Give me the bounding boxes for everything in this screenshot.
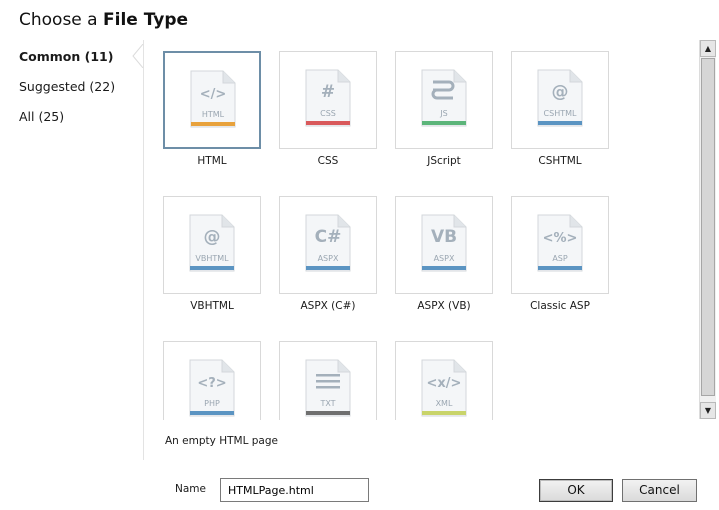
file-icon: JS bbox=[421, 69, 467, 127]
file-type-tile-aspx-c[interactable]: C# ASPX bbox=[279, 196, 377, 294]
file-type-tile-classic-asp[interactable]: <%> ASP bbox=[511, 196, 609, 294]
svg-text:C#: C# bbox=[315, 227, 342, 247]
file-type-tile-vbhtml[interactable]: @ VBHTML bbox=[163, 196, 261, 294]
name-input[interactable] bbox=[220, 478, 369, 502]
svg-text:#: # bbox=[321, 82, 335, 102]
scroll-down-button[interactable]: ▼ bbox=[700, 402, 716, 419]
svg-text:VBHTML: VBHTML bbox=[195, 254, 229, 263]
file-type-tile-php[interactable]: <?> PHP bbox=[163, 341, 261, 420]
cancel-button[interactable]: Cancel bbox=[622, 479, 697, 502]
file-type-tile-aspx-vb[interactable]: VB ASPX bbox=[395, 196, 493, 294]
vertical-scrollbar[interactable]: ▲ ▼ bbox=[699, 40, 716, 419]
svg-text:JS: JS bbox=[439, 109, 447, 118]
file-type-grid: </> HTML HTML # CSS CSS JS JScript @ CSHTML CSHTML… bbox=[150, 40, 698, 420]
svg-text:<?>: <?> bbox=[197, 376, 226, 391]
svg-text:PHP: PHP bbox=[204, 399, 220, 408]
svg-text:@: @ bbox=[552, 82, 569, 102]
file-type-label: JScript bbox=[427, 155, 461, 167]
file-icon: VB ASPX bbox=[421, 214, 467, 272]
file-type-tile-html[interactable]: </> HTML bbox=[163, 51, 261, 149]
svg-text:HTML: HTML bbox=[202, 110, 225, 119]
svg-text:ASP: ASP bbox=[552, 254, 568, 263]
file-icon: @ CSHTML bbox=[537, 69, 583, 127]
scroll-up-button[interactable]: ▲ bbox=[700, 40, 716, 57]
category-all[interactable]: All (25) bbox=[19, 109, 64, 124]
file-icon: @ VBHTML bbox=[189, 214, 235, 272]
svg-text:</>: </> bbox=[200, 87, 227, 102]
svg-text:<x/>: <x/> bbox=[427, 376, 462, 391]
file-type-label: VBHTML bbox=[190, 300, 234, 312]
svg-text:ASPX: ASPX bbox=[434, 254, 455, 263]
file-type-label: ASPX (VB) bbox=[417, 300, 471, 312]
file-type-tile-xml[interactable]: <x/> XML bbox=[395, 341, 493, 420]
svg-text:CSS: CSS bbox=[320, 109, 336, 118]
file-type-label: ASPX (C#) bbox=[300, 300, 356, 312]
file-icon: <?> PHP bbox=[189, 359, 235, 417]
dialog-title: Choose a File Type bbox=[19, 10, 189, 30]
svg-text:XML: XML bbox=[436, 399, 453, 408]
file-icon: </> HTML bbox=[190, 70, 236, 128]
svg-text:ASPX: ASPX bbox=[318, 254, 339, 263]
file-type-label: HTML bbox=[197, 155, 227, 167]
file-type-tile-cshtml[interactable]: @ CSHTML bbox=[511, 51, 609, 149]
category-suggested[interactable]: Suggested (22) bbox=[19, 79, 115, 94]
file-icon: TXT bbox=[305, 359, 351, 417]
file-icon: # CSS bbox=[305, 69, 351, 127]
dialog-title-bold: File Type bbox=[103, 10, 189, 30]
svg-text:<%>: <%> bbox=[543, 231, 578, 246]
file-type-label: CSHTML bbox=[538, 155, 582, 167]
svg-text:@: @ bbox=[204, 227, 221, 247]
file-type-tile-css[interactable]: # CSS bbox=[279, 51, 377, 149]
svg-text:VB: VB bbox=[431, 227, 457, 247]
file-icon: <%> ASP bbox=[537, 214, 583, 272]
name-label: Name bbox=[175, 483, 206, 495]
category-divider bbox=[143, 40, 144, 460]
scroll-thumb[interactable] bbox=[701, 58, 715, 396]
ok-button[interactable]: OK bbox=[539, 479, 613, 502]
category-common[interactable]: Common (11) bbox=[19, 49, 113, 64]
file-type-tile-txt[interactable]: TXT bbox=[279, 341, 377, 420]
svg-text:TXT: TXT bbox=[319, 399, 335, 408]
selection-pointer-icon bbox=[132, 44, 144, 68]
file-icon: C# ASPX bbox=[305, 214, 351, 272]
file-type-label: CSS bbox=[317, 155, 339, 167]
svg-text:CSHTML: CSHTML bbox=[544, 109, 577, 118]
file-type-description: An empty HTML page bbox=[165, 435, 278, 447]
file-type-label: Classic ASP bbox=[530, 300, 590, 312]
file-icon: <x/> XML bbox=[421, 359, 467, 417]
file-type-tile-jscript[interactable]: JS bbox=[395, 51, 493, 149]
